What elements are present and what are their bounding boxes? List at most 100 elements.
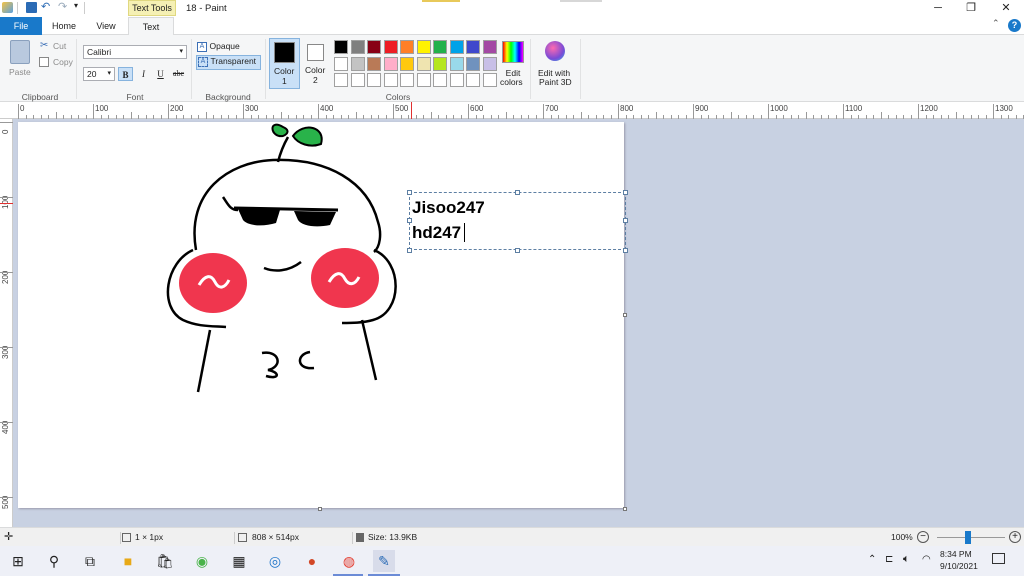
paint3d-icon[interactable]: [545, 41, 565, 61]
strikethrough-button[interactable]: abc: [171, 67, 186, 81]
undo-icon[interactable]: ↶: [41, 0, 50, 13]
notifications-icon[interactable]: [992, 553, 1005, 564]
edit-colors-icon[interactable]: [502, 41, 524, 63]
help-icon[interactable]: ?: [1008, 19, 1021, 32]
browser-icon[interactable]: ◎: [264, 550, 286, 572]
palette-swatch[interactable]: [433, 56, 447, 71]
minimize-button[interactable]: ─: [922, 0, 954, 17]
task-view-icon[interactable]: ⧉: [79, 550, 101, 572]
transparent-button[interactable]: A Transparent: [196, 55, 261, 70]
copy-icon[interactable]: [39, 57, 49, 67]
chrome-icon[interactable]: ◍: [338, 550, 360, 572]
palette-swatch[interactable]: [466, 73, 480, 87]
palette-swatch[interactable]: [466, 40, 480, 54]
app-icon[interactable]: ◉: [191, 550, 213, 572]
palette-swatch[interactable]: [482, 56, 497, 71]
palette-swatch[interactable]: [350, 56, 365, 71]
resize-handle[interactable]: [407, 190, 412, 195]
palette-swatch[interactable]: [400, 40, 414, 54]
tab-view[interactable]: View: [88, 17, 124, 35]
calculator-icon[interactable]: ▦: [228, 550, 250, 572]
resize-handle[interactable]: [407, 218, 412, 223]
resize-handle[interactable]: [407, 248, 412, 253]
save-icon[interactable]: [26, 2, 37, 13]
zoom-slider-track[interactable]: [937, 537, 1005, 538]
drawing-canvas[interactable]: [18, 122, 624, 508]
palette-swatch[interactable]: [400, 73, 414, 87]
bold-button[interactable]: B: [118, 67, 133, 81]
network-icon[interactable]: ⊏: [885, 554, 893, 565]
canvas-resize-handle[interactable]: [623, 313, 627, 317]
palette-swatch[interactable]: [449, 56, 464, 71]
tab-home[interactable]: Home: [46, 17, 82, 35]
palette-swatch[interactable]: [334, 40, 348, 54]
palette-swatch[interactable]: [383, 56, 398, 71]
wifi-icon[interactable]: ◠: [922, 554, 931, 565]
search-icon[interactable]: ⚲: [43, 550, 65, 572]
opaque-button[interactable]: A Opaque: [197, 41, 261, 55]
underline-button[interactable]: U: [153, 67, 168, 81]
tab-file[interactable]: File: [0, 17, 42, 35]
text-line-2[interactable]: hd247: [412, 220, 461, 245]
palette-swatch[interactable]: [350, 40, 365, 54]
text-line-1[interactable]: Jisoo247: [412, 195, 485, 220]
palette-swatch[interactable]: [482, 73, 497, 87]
text-box[interactable]: Jisoo247 hd247: [409, 192, 626, 250]
paint-taskbar-icon[interactable]: ✎: [373, 550, 395, 572]
palette-swatch[interactable]: [334, 73, 348, 87]
collapse-ribbon-icon[interactable]: ⌃: [992, 18, 1000, 29]
palette-swatch[interactable]: [350, 73, 365, 87]
palette-swatch[interactable]: [400, 56, 414, 71]
resize-handle[interactable]: [623, 218, 628, 223]
palette-swatch[interactable]: [367, 40, 381, 54]
resize-handle[interactable]: [515, 190, 520, 195]
color2-button[interactable]: Color 2: [302, 38, 331, 89]
zoom-out-button[interactable]: −: [917, 531, 929, 543]
tab-text[interactable]: Text: [128, 17, 174, 36]
italic-button[interactable]: I: [136, 67, 151, 81]
resize-handle[interactable]: [623, 248, 628, 253]
paste-button[interactable]: Paste: [9, 67, 31, 77]
palette-swatch[interactable]: [367, 73, 381, 87]
font-size-select[interactable]: 20 ▾: [83, 67, 115, 81]
store-icon[interactable]: 🛍: [154, 550, 176, 572]
canvas-resize-handle[interactable]: [318, 507, 322, 511]
canvas-resize-handle[interactable]: [623, 507, 627, 511]
color1-button[interactable]: Color 1: [269, 38, 300, 89]
redo-icon[interactable]: ↷: [58, 0, 67, 13]
clock-date[interactable]: 9/10/2021: [940, 561, 978, 571]
restore-button[interactable]: ❐: [955, 0, 987, 17]
edit-paint3d-label-2[interactable]: Paint 3D: [539, 77, 572, 87]
palette-swatch[interactable]: [383, 40, 398, 54]
resize-handle[interactable]: [515, 248, 520, 253]
palette-swatch[interactable]: [383, 73, 398, 87]
palette-swatch[interactable]: [416, 73, 431, 87]
powerpoint-icon[interactable]: ●: [301, 550, 323, 572]
edit-colors-label-2[interactable]: colors: [500, 77, 523, 87]
windows-start-icon[interactable]: ⊞: [7, 550, 29, 572]
zoom-in-button[interactable]: +: [1009, 531, 1021, 543]
cut-button[interactable]: Cut: [53, 41, 66, 51]
palette-swatch[interactable]: [433, 40, 447, 54]
palette-swatch[interactable]: [482, 40, 497, 54]
customize-qat-icon[interactable]: ▾: [74, 1, 78, 10]
palette-swatch[interactable]: [367, 56, 381, 71]
clock-time[interactable]: 8:34 PM: [940, 549, 972, 559]
font-family-select[interactable]: Calibri ▾: [83, 45, 187, 59]
palette-swatch[interactable]: [449, 40, 464, 54]
copy-button[interactable]: Copy: [53, 57, 73, 67]
resize-handle[interactable]: [623, 190, 628, 195]
palette-swatch[interactable]: [334, 56, 348, 71]
close-button[interactable]: ✕: [990, 0, 1022, 17]
zoom-slider-thumb[interactable]: [965, 531, 971, 544]
palette-swatch[interactable]: [449, 73, 464, 87]
cut-icon[interactable]: ✂: [40, 40, 48, 51]
paste-icon[interactable]: [10, 40, 30, 64]
palette-swatch[interactable]: [416, 40, 431, 54]
chevron-up-icon[interactable]: ⌃: [868, 554, 876, 565]
file-explorer-icon[interactable]: ■: [117, 550, 139, 572]
palette-swatch[interactable]: [433, 73, 447, 87]
palette-swatch[interactable]: [416, 56, 431, 71]
palette-swatch[interactable]: [466, 56, 480, 71]
volume-icon[interactable]: 🔈︎: [903, 553, 910, 566]
